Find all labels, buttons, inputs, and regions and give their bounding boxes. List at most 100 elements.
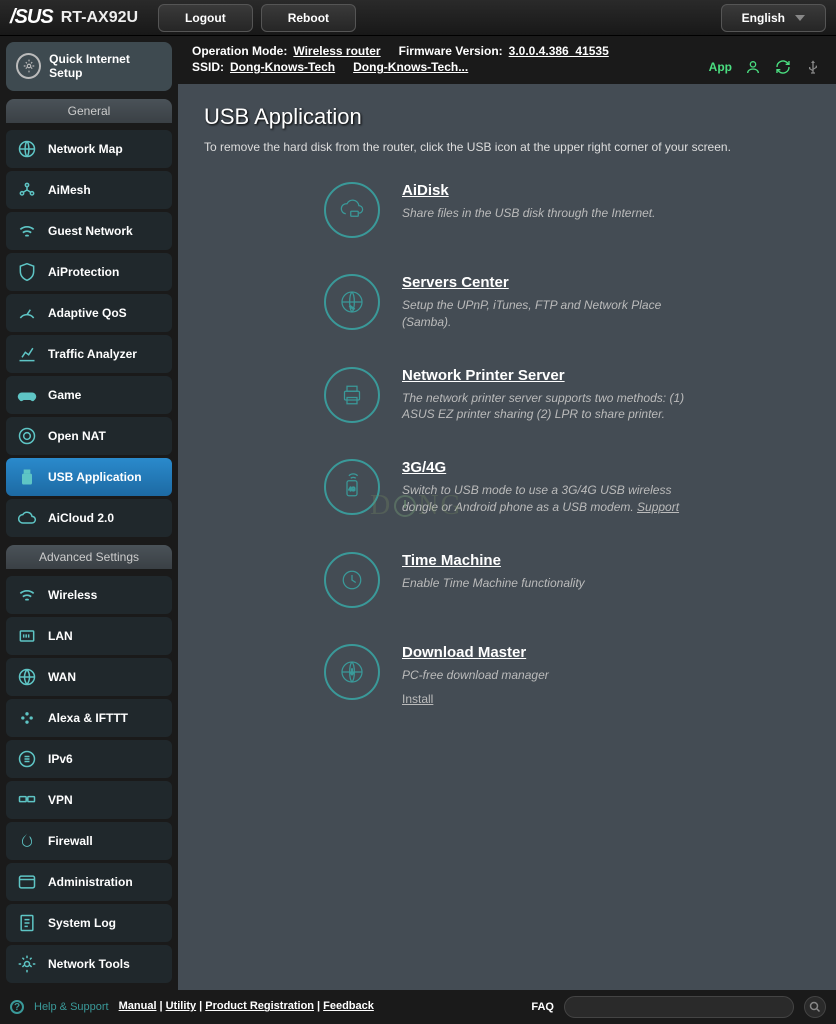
support-link[interactable]: Support <box>637 500 679 514</box>
wifi-icon <box>16 220 38 242</box>
quick-internet-setup[interactable]: Quick Internet Setup <box>6 42 172 91</box>
game-icon <box>16 384 38 406</box>
log-icon <box>16 912 38 934</box>
nav-administration[interactable]: Administration <box>6 863 172 901</box>
nav-open-nat[interactable]: Open NAT <box>6 417 172 455</box>
globe-icon <box>16 138 38 160</box>
servers-icon[interactable] <box>324 274 380 330</box>
nav-aimesh[interactable]: AiMesh <box>6 171 172 209</box>
product-reg-link[interactable]: Product Registration <box>205 1000 314 1012</box>
nav-usb-application[interactable]: USB Application <box>6 458 172 496</box>
nav-firewall[interactable]: Firewall <box>6 822 172 860</box>
clock-icon[interactable] <box>324 552 380 608</box>
refresh-icon[interactable] <box>774 58 792 76</box>
app-desc: Share files in the USB disk through the … <box>402 205 692 222</box>
reboot-button[interactable]: Reboot <box>261 4 356 32</box>
nat-icon <box>16 425 38 447</box>
app-title[interactable]: Servers Center <box>402 274 509 291</box>
shield-icon <box>16 261 38 283</box>
alexa-icon <box>16 707 38 729</box>
lan-icon <box>16 625 38 647</box>
app-desc: Switch to USB mode to use a 3G/4G USB wi… <box>402 482 692 516</box>
app-desc: PC-free download manager <box>402 667 692 684</box>
ssid-1[interactable]: Dong-Knows-Tech <box>230 60 335 74</box>
language-dropdown[interactable]: English <box>721 4 826 32</box>
nav-alexa-ifttt[interactable]: Alexa & IFTTT <box>6 699 172 737</box>
admin-icon <box>16 871 38 893</box>
advanced-header: Advanced Settings <box>6 545 172 569</box>
op-mode-value[interactable]: Wireless router <box>293 44 380 58</box>
app-item-time-machine: Time Machine Enable Time Machine function… <box>324 552 810 608</box>
general-header: General <box>6 99 172 123</box>
faq-input[interactable] <box>564 996 794 1018</box>
usb-icon <box>16 466 38 488</box>
fw-value[interactable]: 3.0.0.4.386_41535 <box>509 44 609 58</box>
modem-icon[interactable]: 4G <box>324 459 380 515</box>
ssid-label: SSID: <box>192 60 224 74</box>
nav-aiprotection[interactable]: AiProtection <box>6 253 172 291</box>
app-item-servers-center: Servers CenterSetup the UPnP, iTunes, FT… <box>324 274 810 331</box>
app-desc: Enable Time Machine functionality <box>402 575 692 592</box>
app-item-aidisk: AiDisk Share files in the USB disk throug… <box>324 182 810 238</box>
aidisk-icon[interactable] <box>324 182 380 238</box>
app-title[interactable]: Download Master <box>402 644 526 661</box>
app-item-3g-4g: 4G 3G/4G Switch to USB mode to use a 3G/4G… <box>324 459 810 516</box>
fire-icon <box>16 830 38 852</box>
app-item-network-printer-server: Network Printer Server The network printe… <box>324 367 810 424</box>
user-icon[interactable] <box>744 58 762 76</box>
app-item-download-master: Download Master PC-free download manager I… <box>324 644 810 708</box>
app-title[interactable]: 3G/4G <box>402 459 446 476</box>
language-label: English <box>742 11 785 25</box>
op-mode-label: Operation Mode: <box>192 44 287 58</box>
chart-icon <box>16 343 38 365</box>
faq-search-button[interactable] <box>804 996 826 1018</box>
wifi-icon <box>16 584 38 606</box>
help-icon: ? <box>10 1000 24 1014</box>
svg-text:4G: 4G <box>349 487 356 493</box>
nav-lan[interactable]: LAN <box>6 617 172 655</box>
faq-label: FAQ <box>531 1001 554 1013</box>
page-desc: To remove the hard disk from the router,… <box>204 140 810 154</box>
nav-vpn[interactable]: VPN <box>6 781 172 819</box>
nav-adaptive-qos[interactable]: Adaptive QoS <box>6 294 172 332</box>
nav-ipv6[interactable]: IPv6 <box>6 740 172 778</box>
app-link[interactable]: App <box>709 60 732 74</box>
manual-link[interactable]: Manual <box>119 1000 157 1012</box>
footer-links: Manual|Utility|Product Registration|Feed… <box>119 1000 374 1013</box>
nav-network-tools[interactable]: Network Tools <box>6 945 172 983</box>
wan-icon <box>16 666 38 688</box>
usb-icon[interactable] <box>804 58 822 76</box>
mesh-icon <box>16 179 38 201</box>
asus-logo: /SUS <box>10 6 53 29</box>
status-bar: Operation Mode: Wireless router Firmware… <box>178 36 836 84</box>
qis-label: Quick Internet Setup <box>49 52 162 81</box>
nav-traffic-analyzer[interactable]: Traffic Analyzer <box>6 335 172 373</box>
app-desc: The network printer server supports two … <box>402 390 692 424</box>
nav-wan[interactable]: WAN <box>6 658 172 696</box>
utility-link[interactable]: Utility <box>166 1000 197 1012</box>
printer-icon[interactable] <box>324 367 380 423</box>
download-icon[interactable] <box>324 644 380 700</box>
sidebar: Quick Internet Setup General Network Map… <box>0 36 178 990</box>
app-title[interactable]: Time Machine <box>402 552 501 569</box>
nav-aicloud-2-0[interactable]: AiCloud 2.0 <box>6 499 172 537</box>
fw-label: Firmware Version: <box>399 44 503 58</box>
help-support-link[interactable]: Help & Support <box>34 1001 109 1013</box>
nav-wireless[interactable]: Wireless <box>6 576 172 614</box>
meter-icon <box>16 302 38 324</box>
model-name: RT-AX92U <box>61 9 138 27</box>
ipv6-icon <box>16 748 38 770</box>
logout-button[interactable]: Logout <box>158 4 253 32</box>
nav-network-map[interactable]: Network Map <box>6 130 172 168</box>
tools-icon <box>16 953 38 975</box>
ssid-2[interactable]: Dong-Knows-Tech... <box>353 60 468 74</box>
app-title[interactable]: Network Printer Server <box>402 367 565 384</box>
feedback-link[interactable]: Feedback <box>323 1000 374 1012</box>
install-link[interactable]: Install <box>402 692 433 706</box>
cloud-icon <box>16 507 38 529</box>
gear-icon <box>16 53 41 79</box>
app-title[interactable]: AiDisk <box>402 182 449 199</box>
nav-guest-network[interactable]: Guest Network <box>6 212 172 250</box>
nav-game[interactable]: Game <box>6 376 172 414</box>
nav-system-log[interactable]: System Log <box>6 904 172 942</box>
